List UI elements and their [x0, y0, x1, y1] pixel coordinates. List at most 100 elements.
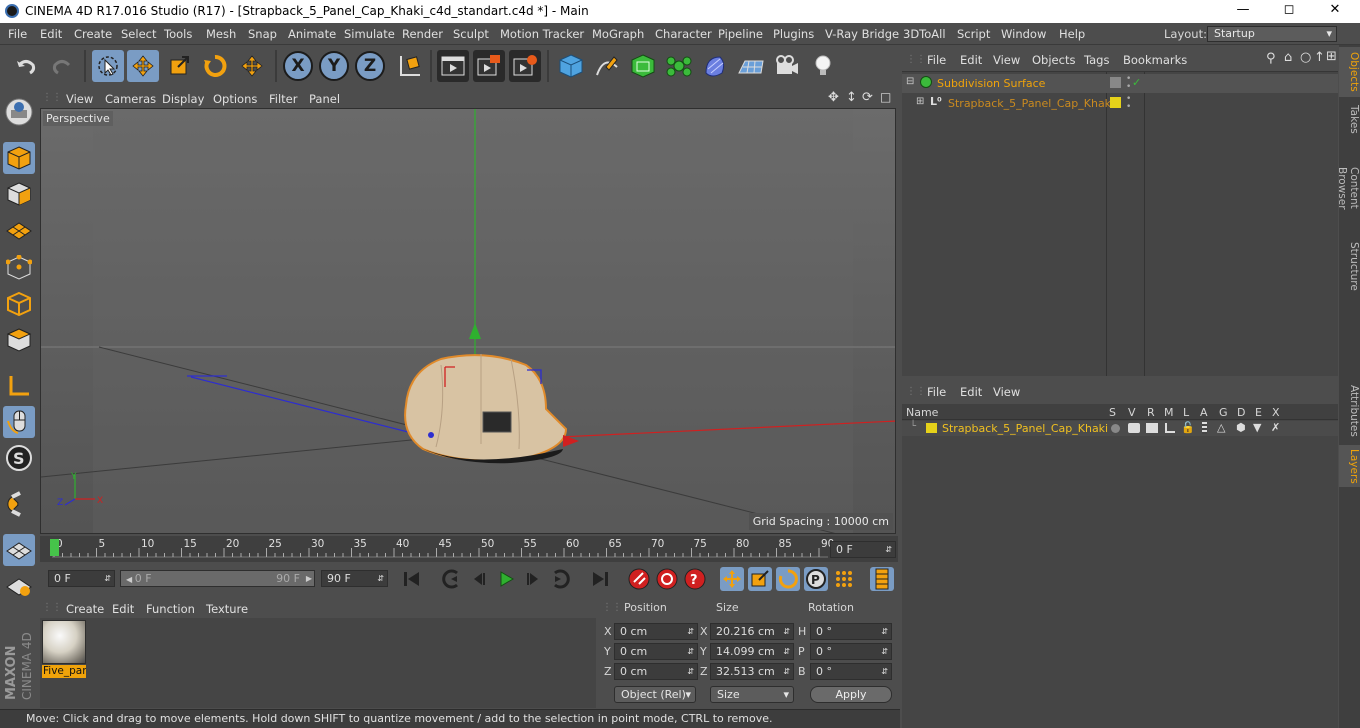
timeline-ruler[interactable]: 0 5 10 15 20 25 30 35 40 45 50 55 60 65 70 75 80 85 90 0 F… — [40, 536, 898, 562]
coordinate-system-icon[interactable] — [393, 50, 425, 82]
layer-col-animation[interactable]: A — [1200, 406, 1208, 419]
planar-workplane-icon[interactable] — [3, 570, 35, 602]
material-menu-function[interactable]: Function — [146, 602, 195, 616]
objects-menu-bookmarks[interactable]: Bookmarks — [1123, 53, 1187, 67]
go-to-end-icon[interactable] — [588, 567, 612, 591]
generator-icon[interactable]: △ — [1217, 421, 1225, 434]
size-mode-dropdown[interactable]: Size ▾ — [710, 686, 794, 703]
next-key-icon[interactable] — [550, 567, 574, 591]
cloner-icon[interactable] — [663, 50, 695, 82]
viewport-rotate-icon[interactable]: ⟳ — [862, 90, 873, 105]
menu-tools[interactable]: Tools — [164, 27, 192, 41]
objects-menu-edit[interactable]: Edit — [960, 53, 982, 67]
material-menu-texture[interactable]: Texture — [206, 602, 248, 616]
next-frame-icon[interactable] — [522, 567, 546, 591]
camera-icon[interactable] — [771, 50, 803, 82]
tab-takes[interactable]: Takes — [1339, 99, 1360, 139]
y-axis-lock-button[interactable]: Y — [319, 51, 349, 81]
menu-animate[interactable]: Animate — [288, 27, 336, 41]
position-z-field[interactable]: 0 cm ⇵ — [614, 663, 698, 680]
coordinate-mode-dropdown[interactable]: Object (Rel) ▾ — [614, 686, 696, 703]
layers-menu-file[interactable]: File — [927, 385, 946, 399]
deformer-icon[interactable] — [699, 50, 731, 82]
floor-environment-icon[interactable] — [735, 50, 767, 82]
object-row-subdivision-surface[interactable]: ⊟ Subdivision Surface • • ✓ — [902, 74, 1338, 93]
edges-mode-icon[interactable] — [3, 288, 35, 320]
transform-tool-icon[interactable] — [236, 50, 268, 82]
viewport-zoom-icon[interactable]: ↕ — [846, 90, 857, 105]
model-mode-icon[interactable] — [3, 142, 35, 174]
go-to-start-icon[interactable] — [400, 567, 424, 591]
material-menu-create[interactable]: Create — [66, 602, 104, 616]
layout-dropdown[interactable]: Startup ▾ — [1207, 26, 1337, 42]
solo-dot-icon[interactable] — [1111, 424, 1120, 433]
enabled-check-icon[interactable]: ✓ — [1132, 76, 1141, 89]
render-view-icon[interactable] — [437, 50, 469, 82]
3d-viewport[interactable]: Y X Z Perspective Grid Spacing : 10000 c… — [40, 108, 896, 534]
layers-menu-edit[interactable]: Edit — [960, 385, 982, 399]
viewport-menu-display[interactable]: Display — [162, 92, 204, 106]
viewport-menu-options[interactable]: Options — [213, 92, 257, 106]
subdivision-surface-icon[interactable] — [627, 50, 659, 82]
position-y-field[interactable]: 0 cm ⇵ — [614, 643, 698, 660]
home-icon[interactable]: ⌂ — [1284, 50, 1292, 65]
rotation-h-field[interactable]: 0 ° ⇵ — [810, 623, 892, 640]
menu-character[interactable]: Character — [655, 27, 712, 41]
light-icon[interactable] — [807, 50, 839, 82]
menu-window[interactable]: Window — [1001, 27, 1046, 41]
menu-create[interactable]: Create — [74, 27, 112, 41]
layer-color-swatch[interactable] — [1110, 97, 1121, 108]
workplane-mode-icon[interactable] — [3, 214, 35, 246]
animation-filmstrip-icon[interactable] — [1202, 422, 1207, 434]
layer-col-view[interactable]: V — [1128, 406, 1136, 419]
cube-primitive-icon[interactable] — [555, 50, 587, 82]
undo-icon[interactable] — [10, 50, 42, 82]
minimize-icon[interactable]: — — [1228, 2, 1258, 20]
material-menu-edit[interactable]: Edit — [112, 602, 134, 616]
scale-tool-icon[interactable] — [163, 50, 195, 82]
frame-range-slider[interactable]: ◀ 0 F 90 F ▶ — [120, 570, 315, 587]
object-row-cap-mesh[interactable]: ⊞ L⁰ Strapback_5_Panel_Cap_Khaki • • — [902, 94, 1338, 113]
new-view-icon[interactable]: ↑ — [1314, 50, 1325, 65]
tab-layers[interactable]: Layers — [1339, 445, 1360, 487]
z-axis-lock-button[interactable]: Z — [355, 51, 385, 81]
position-x-field[interactable]: 0 cm ⇵ — [614, 623, 698, 640]
viewport-menu-cameras[interactable]: Cameras — [105, 92, 156, 106]
objects-menu-tags[interactable]: Tags — [1084, 53, 1109, 67]
rotation-p-field[interactable]: 0 ° ⇵ — [810, 643, 892, 660]
tab-attributes[interactable]: Attributes — [1339, 379, 1360, 443]
viewport-toggle-icon[interactable]: □ — [880, 90, 891, 104]
menu-script[interactable]: Script — [957, 27, 990, 41]
size-x-field[interactable]: 20.216 cm ⇵ — [710, 623, 794, 640]
tab-structure[interactable]: Structure — [1339, 237, 1360, 295]
menu-pipeline[interactable]: Pipeline — [718, 27, 763, 41]
objects-menu-view[interactable]: View — [993, 53, 1020, 67]
xref-icon[interactable]: ✗ — [1271, 421, 1280, 434]
key-point-level-icon[interactable] — [832, 567, 856, 591]
search-icon[interactable]: ⚲ — [1266, 51, 1276, 66]
range-end-field[interactable]: 90 F ⇵ — [321, 570, 388, 587]
layer-col-expressions[interactable]: E — [1255, 406, 1262, 419]
axis-mode-icon[interactable] — [3, 370, 35, 402]
visibility-dots-icon[interactable]: • • — [1126, 75, 1131, 92]
render-settings-icon[interactable] — [509, 50, 541, 82]
layer-row[interactable]: └ Strapback_5_Panel_Cap_Khaki 🔓 △ ⬢ ▼ ✗ — [902, 421, 1338, 436]
snap-icon[interactable]: S — [3, 442, 35, 474]
render-clapper-icon[interactable] — [1146, 423, 1158, 433]
apply-button[interactable]: Apply — [810, 686, 892, 703]
menu-render[interactable]: Render — [402, 27, 443, 41]
deformer-icon[interactable]: ⬢ — [1236, 421, 1246, 434]
viewport-menu-panel[interactable]: Panel — [309, 92, 340, 106]
rotate-tool-icon[interactable] — [199, 50, 231, 82]
menu-simulate[interactable]: Simulate — [344, 27, 395, 41]
menu-edit[interactable]: Edit — [40, 27, 62, 41]
playhead-marker[interactable] — [50, 539, 59, 556]
polygons-mode-icon[interactable] — [3, 324, 35, 356]
menu-3dtoall[interactable]: 3DToAll — [903, 27, 946, 41]
menu-vray-bridge[interactable]: V-Ray Bridge — [825, 27, 899, 41]
key-parameter-icon[interactable]: P — [804, 567, 828, 591]
play-icon[interactable] — [494, 567, 518, 591]
manager-icon[interactable] — [1165, 423, 1175, 433]
previous-key-icon[interactable] — [438, 567, 462, 591]
record-active-objects-icon[interactable] — [627, 567, 651, 591]
